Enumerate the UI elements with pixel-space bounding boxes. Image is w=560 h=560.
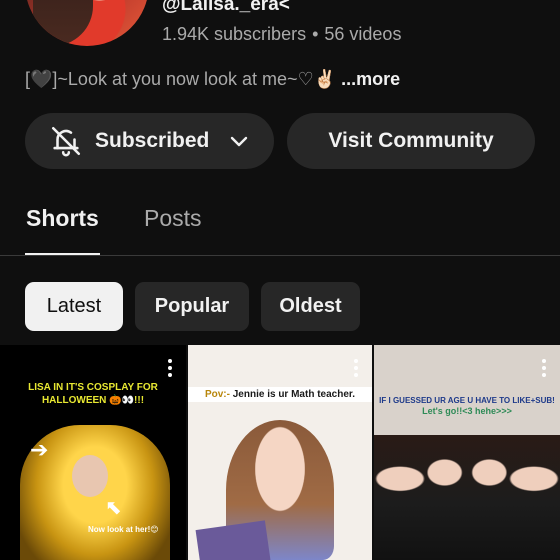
more-vertical-icon[interactable] bbox=[168, 359, 172, 377]
filter-chip-popular[interactable]: Popular bbox=[135, 282, 249, 331]
tab-shorts[interactable]: Shorts bbox=[26, 205, 99, 232]
more-vertical-icon[interactable] bbox=[542, 359, 546, 377]
subscribed-button[interactable]: Subscribed bbox=[25, 113, 274, 169]
thumbnail-book bbox=[195, 520, 271, 560]
tab-posts[interactable]: Posts bbox=[144, 205, 202, 232]
channel-handle: @Lalisa._era< bbox=[162, 0, 290, 15]
channel-description[interactable]: [🖤]~Look at you now look at me~♡✌🏻 ...mo… bbox=[25, 69, 400, 90]
chevron-down-icon bbox=[227, 129, 251, 153]
thumbnail-face bbox=[72, 455, 108, 497]
visit-community-button[interactable]: Visit Community bbox=[287, 113, 535, 169]
filter-chip-oldest[interactable]: Oldest bbox=[261, 282, 360, 331]
tabs-divider bbox=[0, 255, 560, 256]
description-text: [🖤]~Look at you now look at me~♡✌🏻 bbox=[25, 69, 337, 89]
shorts-grid: ➔ ⬉ LISA IN IT'S COSPLAY FOR HALLOWEEN 🎃… bbox=[0, 345, 560, 560]
short-caption-text: IF I GUESSED UR AGE U HAVE TO LIKE+SUB! bbox=[379, 396, 555, 405]
short-caption: IF I GUESSED UR AGE U HAVE TO LIKE+SUB! … bbox=[374, 395, 560, 417]
more-vertical-icon[interactable] bbox=[354, 359, 358, 377]
short-caption-sub: Let's go!!<3 hehe>>> bbox=[422, 406, 512, 416]
short-caption-text: Jennie is ur Math teacher. bbox=[232, 389, 356, 400]
short-caption-pov: Pov:- bbox=[204, 389, 233, 400]
channel-stats: 1.94K subscribers • 56 videos bbox=[162, 24, 401, 45]
video-count: 56 videos bbox=[324, 24, 402, 44]
short-caption: LISA IN IT'S COSPLAY FOR HALLOWEEN 🎃👀!!! bbox=[28, 382, 158, 406]
short-tile[interactable]: IF I GUESSED UR AGE U HAVE TO LIKE+SUB! … bbox=[374, 345, 560, 560]
channel-tabs: Shorts Posts bbox=[0, 192, 560, 256]
short-tile[interactable]: ➔ ⬉ LISA IN IT'S COSPLAY FOR HALLOWEEN 🎃… bbox=[0, 345, 186, 560]
stats-separator: • bbox=[312, 24, 319, 44]
short-tile[interactable]: Pov:- Jennie is ur Math teacher. bbox=[188, 345, 372, 560]
short-thumbnail-image bbox=[374, 435, 560, 560]
arrow-icon: ➔ bbox=[30, 437, 49, 462]
more-link[interactable]: ...more bbox=[341, 69, 400, 89]
short-caption: Pov:- Jennie is ur Math teacher. bbox=[188, 387, 372, 402]
subscribed-label: Subscribed bbox=[95, 129, 210, 152]
bell-slash-icon bbox=[49, 124, 83, 158]
channel-avatar[interactable] bbox=[25, 0, 149, 46]
short-overlay-text: Now look at her!😊 bbox=[88, 525, 159, 534]
subscriber-count: 1.94K subscribers bbox=[162, 24, 307, 44]
arrow-icon: ⬉ bbox=[105, 497, 122, 519]
filter-chip-latest[interactable]: Latest bbox=[25, 282, 123, 331]
